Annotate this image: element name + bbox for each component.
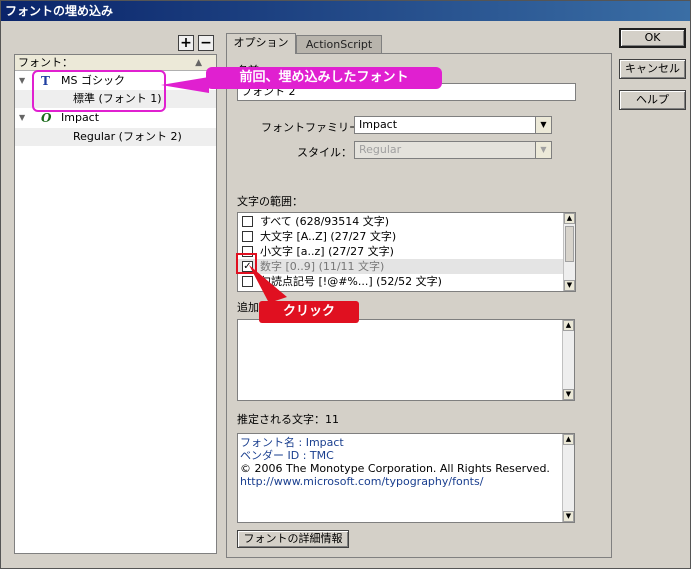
font-list-panel: フォント： ▲ ▼ T MS ゴシック 標準 (フォント 1) ▼ O Impa… [14, 54, 217, 554]
ok-button[interactable]: OK [619, 28, 686, 48]
style-label: スタイル： [297, 146, 352, 159]
scroll-down-icon[interactable]: ▼ [563, 511, 574, 522]
info-line: http://www.microsoft.com/typography/font… [240, 475, 572, 488]
additional-characters-input[interactable]: ▲ ▼ [237, 319, 575, 401]
scroll-down-icon[interactable]: ▼ [564, 280, 575, 291]
font-info-box: フォント名 : Impact ベンダー ID : TMC © 2006 The … [237, 433, 575, 523]
tab-actionscript[interactable]: ActionScript [296, 35, 382, 53]
range-item[interactable]: 大文字 [A..Z] (27/27 文字) [238, 229, 575, 244]
font-style-label: Regular (フォント 2) [73, 130, 182, 143]
info-line: フォント名 : Impact [240, 436, 572, 449]
info-vendor: ベンダー ID : TMC [240, 449, 334, 462]
help-button[interactable]: ヘルプ [619, 90, 686, 110]
font-style-item[interactable]: Regular (フォント 2) [15, 128, 216, 146]
callout-pointer [161, 77, 209, 93]
scroll-thumb[interactable] [565, 226, 574, 262]
additional-scrollbar[interactable]: ▲ ▼ [562, 320, 574, 400]
font-embedding-dialog: フォントの埋め込み + − フォント： ▲ ▼ T MS ゴシック 標準 (フォ… [0, 0, 691, 569]
previous-font-callout: 前回、埋め込みしたフォント [206, 67, 442, 89]
estimated-label-text: 推定される文字： [237, 413, 325, 426]
scroll-up-icon[interactable]: ▲ [563, 320, 574, 331]
info-url: http://www.microsoft.com/typography/font… [240, 475, 484, 488]
range-item[interactable]: すべて (628/93514 文字) [238, 214, 575, 229]
chevron-down-icon[interactable]: ▼ [535, 117, 551, 133]
range-item-label: 小文字 [a..z] (27/27 文字) [260, 245, 394, 258]
window-title: フォントの埋め込み [1, 1, 690, 21]
font-details-button[interactable]: フォントの詳細情報 [237, 530, 349, 548]
font-list-header-label: フォント： [18, 56, 73, 69]
info-font-name: フォント名 : Impact [240, 436, 344, 449]
info-line: ベンダー ID : TMC [240, 449, 572, 462]
click-callout: クリック [259, 301, 359, 323]
font-family-value: Impact [359, 118, 398, 131]
style-select: Regular ▼ [354, 141, 552, 159]
font-family-select[interactable]: Impact ▼ [354, 116, 552, 134]
click-pointer-shape [249, 265, 287, 303]
estimated-count: 11 [325, 413, 339, 426]
tab-options[interactable]: オプション [226, 33, 296, 54]
scroll-down-icon[interactable]: ▼ [563, 389, 574, 400]
previous-font-highlight [32, 70, 166, 112]
cancel-button[interactable]: キャンセル [619, 59, 686, 79]
remove-font-button[interactable]: − [198, 35, 214, 51]
scroll-up-icon[interactable]: ▲ [563, 434, 574, 445]
character-range-label: 文字の範囲： [237, 195, 303, 208]
checkbox[interactable] [242, 231, 253, 242]
checkbox[interactable] [242, 216, 253, 227]
scroll-up-icon[interactable]: ▲ [564, 213, 575, 224]
font-list-header: フォント： ▲ [15, 55, 216, 71]
info-line: © 2006 The Monotype Corporation. All Rig… [240, 462, 572, 475]
estimated-characters-label: 推定される文字：11 [237, 411, 339, 427]
info-copyright: © 2006 The Monotype Corporation. All Rig… [240, 462, 550, 475]
range-list-scrollbar[interactable]: ▲ ▼ [563, 213, 575, 291]
expand-triangle-icon[interactable]: ▼ [19, 109, 25, 127]
sort-arrow-icon[interactable]: ▲ [195, 55, 202, 71]
chevron-down-icon: ▼ [535, 142, 551, 158]
add-font-button[interactable]: + [178, 35, 194, 51]
style-value: Regular [359, 143, 402, 156]
info-scrollbar[interactable]: ▲ ▼ [562, 434, 574, 522]
range-item-label: すべて (628/93514 文字) [260, 215, 390, 228]
range-item[interactable]: 小文字 [a..z] (27/27 文字) [238, 244, 575, 259]
callout-pointer-shape [161, 77, 209, 93]
range-item-label: 大文字 [A..Z] (27/27 文字) [260, 230, 397, 243]
expand-triangle-icon[interactable]: ▼ [19, 72, 25, 90]
